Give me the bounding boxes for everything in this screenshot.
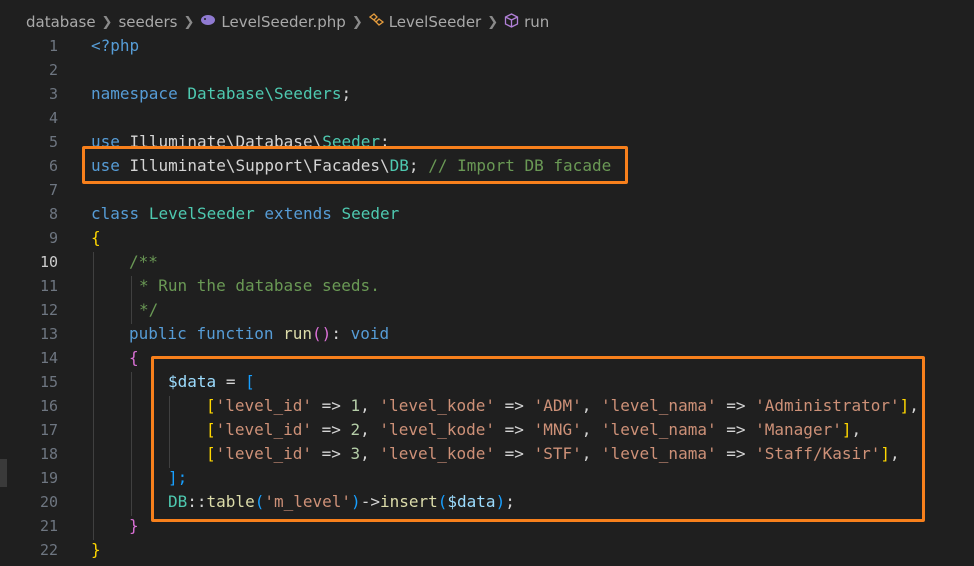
code-text: { [91,228,101,247]
line-number: 15 [39,373,58,391]
line-number: 14 [39,349,58,367]
line-number: 13 [39,325,58,343]
line-number: 22 [39,541,58,559]
chevron-right-icon: ❯ [183,14,195,30]
highlight-box-import [82,146,628,184]
code-text: { [129,348,139,367]
line-number: 17 [39,421,58,439]
breadcrumb-method[interactable]: run [524,13,549,31]
line-number: 18 [39,445,58,463]
line-number: 3 [48,85,58,103]
code-text: namespace Database\Seeders; [91,84,352,103]
line-number: 6 [48,157,58,175]
line-number: 12 [39,301,58,319]
line-number: 8 [48,205,58,223]
code-text: class LevelSeeder extends Seeder [91,204,400,223]
line-number: 10 [39,253,58,271]
chevron-right-icon: ❯ [487,14,499,30]
line-number: 9 [48,229,58,247]
code-text: */ [139,300,159,319]
code-line: 13 public function run(): void [0,322,974,346]
highlight-box-data [151,356,925,522]
code-line: 11 * Run the database seeds. [0,274,974,298]
breadcrumb-file[interactable]: LevelSeeder.php [221,13,345,31]
code-line: 1 <?php [0,34,974,58]
line-number: 2 [48,61,58,79]
breadcrumb-seeders[interactable]: seeders [118,13,177,31]
code-text: public function run(): void [129,324,390,343]
code-line: 9 { [0,226,974,250]
class-icon [368,13,384,31]
code-text: * Run the database seeds. [139,276,380,295]
line-number: 19 [39,469,58,487]
code-line: 12 */ [0,298,974,322]
line-number: 5 [48,133,58,151]
line-number: 1 [48,37,58,55]
method-cube-icon [504,12,519,32]
line-number: 11 [39,277,58,295]
code-text: /** [129,252,158,271]
code-line-active: 10 /** [0,250,974,274]
code-line: 2 [0,58,974,82]
code-line: 8 class LevelSeeder extends Seeder [0,202,974,226]
line-number: 20 [39,493,58,511]
breadcrumb-class[interactable]: LevelSeeder [389,13,482,31]
line-number: 4 [48,109,58,127]
line-number: 7 [48,181,58,199]
code-line: 3 namespace Database\Seeders; [0,82,974,106]
line-number: 16 [39,397,58,415]
code-text: <?php [91,36,140,55]
code-line: 4 [0,106,974,130]
breadcrumb-database[interactable]: database [26,13,96,31]
code-line: 22 } [0,538,974,562]
code-text: } [129,516,139,535]
code-text: } [91,540,101,559]
php-elephant-icon [200,14,216,30]
chevron-right-icon: ❯ [351,14,363,30]
chevron-right-icon: ❯ [101,14,113,30]
line-number: 21 [39,517,58,535]
